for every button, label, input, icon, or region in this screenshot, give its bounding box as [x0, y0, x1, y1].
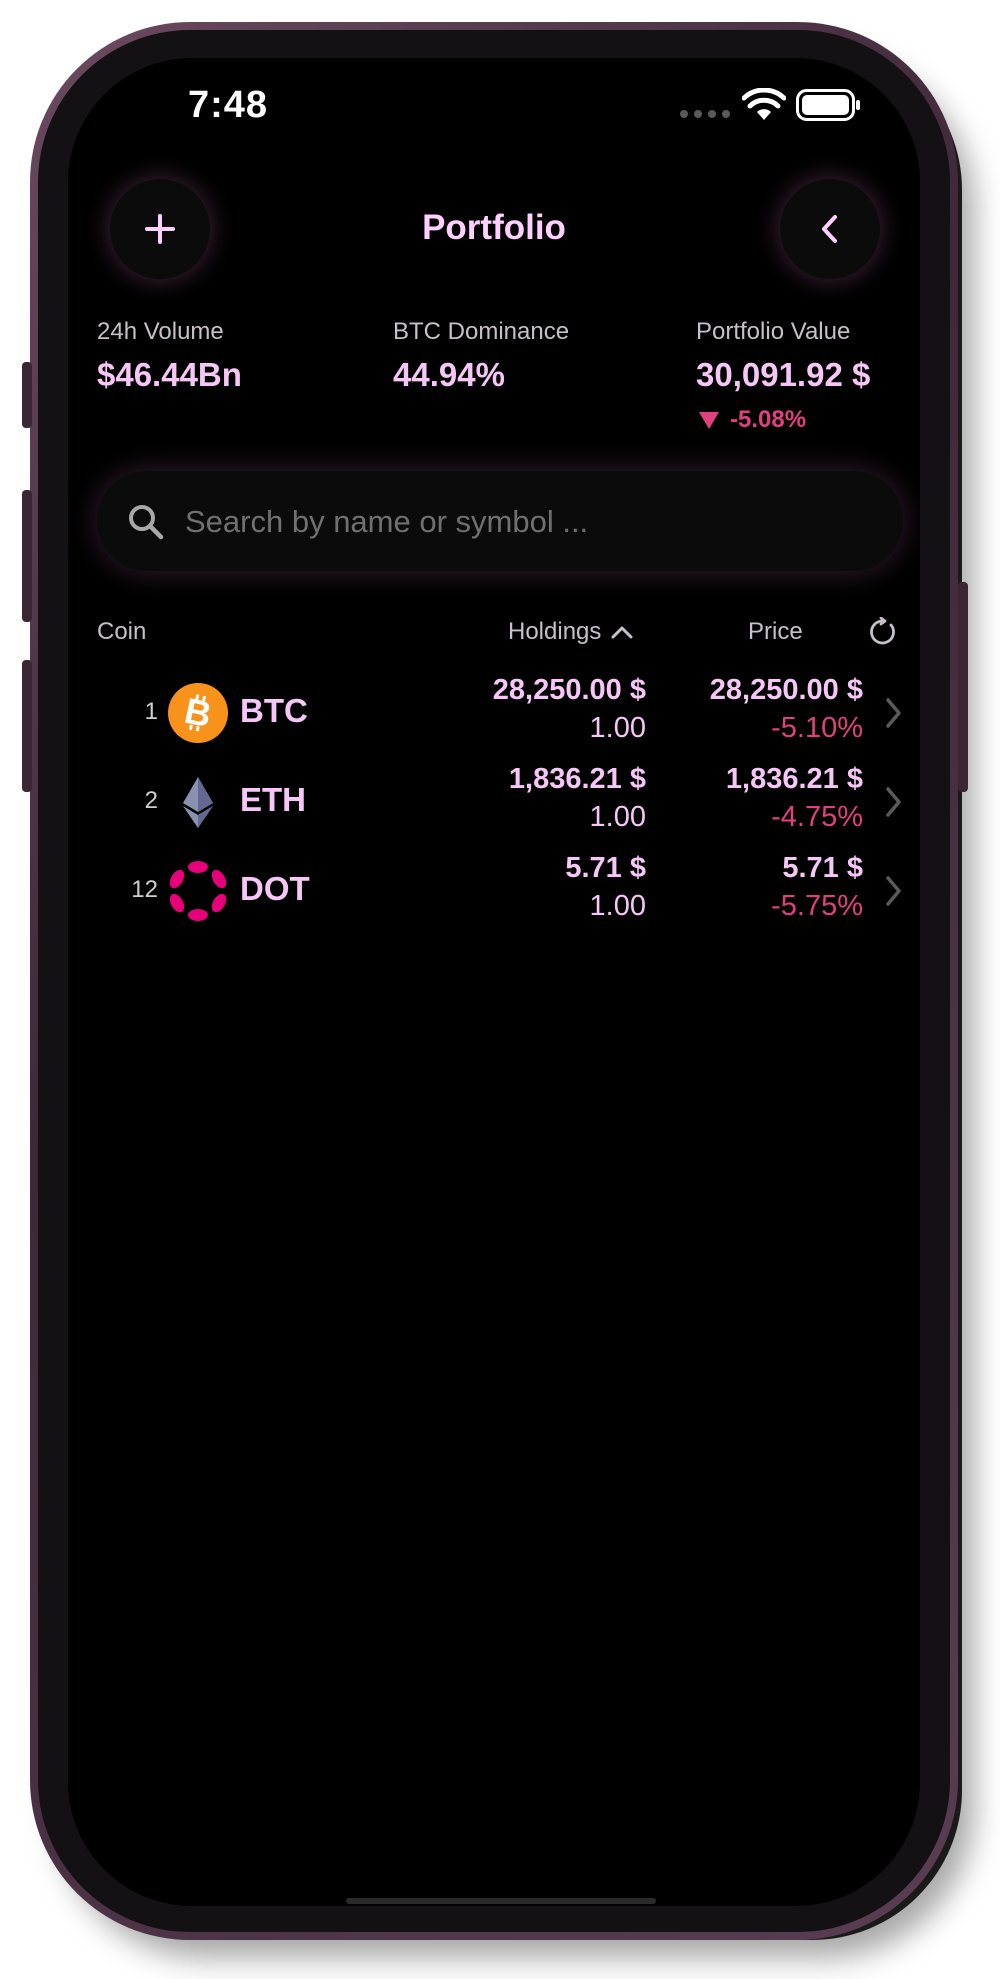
- chevron-right-icon[interactable]: [884, 785, 904, 819]
- table-row[interactable]: 1 B BTC 28,250.00 $ 1.00 28,250.00 $ -5.…: [68, 670, 920, 760]
- volume-value: $46.44Bn: [97, 356, 242, 393]
- column-coin[interactable]: Coin: [97, 618, 146, 646]
- coin-rank: 2: [144, 787, 158, 814]
- table-row[interactable]: 2 ETH 1,836.21 $ 1.00 1,836.21 $ -4.75%: [68, 759, 920, 849]
- price-change: -5.10%: [771, 712, 863, 744]
- portfolio-change: -5.08%: [698, 406, 806, 434]
- portfolio-change-value: -5.08%: [730, 406, 807, 433]
- chevron-right-icon[interactable]: [884, 874, 904, 908]
- holding-value: 28,250.00 $: [492, 674, 646, 706]
- volume-label: 24h Volume: [97, 318, 224, 345]
- holding-value: 1,836.21 $: [508, 763, 646, 795]
- triangle-down-icon: [699, 412, 719, 429]
- search-bar[interactable]: [97, 471, 903, 571]
- holding-quantity: 1.00: [589, 712, 646, 744]
- cellular-signal-icon: [680, 110, 730, 118]
- coin-symbol: BTC: [240, 692, 308, 729]
- volume-up-button: [22, 490, 32, 622]
- chevron-left-icon: [822, 215, 837, 243]
- chevron-up-icon: [611, 626, 633, 639]
- coin-symbol: ETH: [240, 781, 306, 818]
- dominance-value: 44.94%: [393, 356, 505, 393]
- price-change: -5.75%: [771, 890, 863, 922]
- dominance-label: BTC Dominance: [393, 318, 570, 345]
- price-change: -4.75%: [771, 801, 863, 833]
- column-holdings[interactable]: Holdings: [508, 618, 633, 646]
- status-time: 7:48: [188, 84, 269, 126]
- holding-value: 5.71 $: [565, 852, 646, 884]
- back-button[interactable]: [780, 179, 880, 279]
- column-holdings-label: Holdings: [508, 618, 602, 645]
- coin-price: 28,250.00 $: [709, 674, 863, 706]
- coin-price: 1,836.21 $: [725, 763, 863, 795]
- table-row[interactable]: 12 DOT 5.71 $ 1.00 5.71 $ -5.75%: [68, 848, 920, 938]
- bitcoin-icon: B: [168, 683, 228, 743]
- column-price[interactable]: Price: [748, 618, 803, 646]
- portfolio-value-label: Portfolio Value: [696, 318, 851, 345]
- wifi-icon: [742, 88, 786, 120]
- coin-rank: 1: [144, 698, 158, 725]
- polkadot-icon: [169, 861, 227, 921]
- power-button: [958, 582, 968, 792]
- home-indicator[interactable]: [346, 1898, 656, 1904]
- coin-rank: 12: [131, 876, 158, 903]
- silent-switch: [22, 362, 32, 428]
- holding-quantity: 1.00: [589, 890, 646, 922]
- search-icon: [129, 505, 164, 540]
- coin-price: 5.71 $: [782, 852, 863, 884]
- device-mockup: 7:48 Portfolio 24h Volume $46.44Bn BTC D…: [0, 0, 1000, 1979]
- battery-icon: [796, 89, 860, 121]
- chevron-right-icon[interactable]: [884, 696, 904, 730]
- search-input[interactable]: [183, 495, 867, 549]
- holding-quantity: 1.00: [589, 801, 646, 833]
- app-screen: 7:48 Portfolio 24h Volume $46.44Bn BTC D…: [68, 58, 920, 1906]
- coin-symbol: DOT: [240, 870, 310, 907]
- portfolio-value: 30,091.92 $: [696, 356, 871, 393]
- refresh-icon[interactable]: [868, 617, 898, 647]
- ethereum-icon: [183, 777, 213, 828]
- volume-down-button: [22, 660, 32, 792]
